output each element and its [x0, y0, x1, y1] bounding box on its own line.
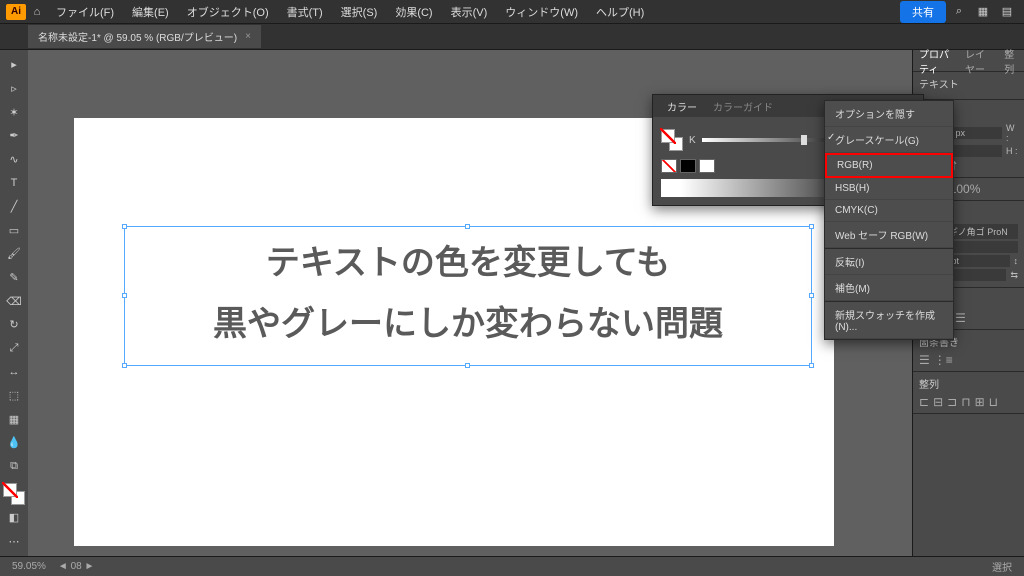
document-tab[interactable]: 名称未設定-1* @ 59.05 % (RGB/プレビュー) × [28, 25, 261, 48]
flyout-hide-options[interactable]: オプションを隠す [825, 101, 953, 127]
color-swatch[interactable] [661, 129, 683, 151]
handle-icon[interactable] [122, 363, 127, 368]
curvature-tool-icon[interactable]: ∿ [3, 149, 25, 171]
eraser-tool-icon[interactable]: ⌫ [3, 290, 25, 312]
handle-icon[interactable] [465, 363, 470, 368]
menu-object[interactable]: オブジェクト(O) [179, 1, 277, 23]
align-r-icon[interactable]: ⊐ [947, 395, 957, 409]
magic-wand-tool-icon[interactable]: ✶ [3, 101, 25, 123]
edit-toolbar-icon[interactable]: ⋯ [3, 531, 25, 553]
tracking-icon: ⇆ [1010, 270, 1018, 281]
fill-swatch[interactable] [3, 483, 17, 497]
h-label: H : [1006, 146, 1018, 156]
paintbrush-tool-icon[interactable]: 🖌 [3, 243, 25, 265]
text-header: テキスト [919, 76, 1018, 91]
zoom-display[interactable]: 59.05% [6, 561, 52, 572]
app-icon: Ai [6, 4, 26, 20]
artboard-nav[interactable]: ◄ 08 ► [52, 561, 100, 572]
menu-help[interactable]: ヘルプ(H) [588, 1, 652, 23]
selection-tool-icon[interactable]: ▸ [3, 54, 25, 76]
flyout-grayscale[interactable]: グレースケール(G) [825, 127, 953, 153]
text-content: テキストの色を変更しても 黒やグレーにしか変わらない問題 [125, 227, 811, 361]
flyout-invert[interactable]: 反転(I) [825, 249, 953, 275]
menu-file[interactable]: ファイル(F) [48, 1, 122, 23]
blend-tool-icon[interactable]: ⧉ [3, 456, 25, 478]
align-section: 整列 ⊏ ⊟ ⊐ ⊓ ⊞ ⊔ [913, 372, 1024, 414]
slider-thumb-icon[interactable] [801, 135, 807, 145]
handle-icon[interactable] [122, 293, 127, 298]
black-swatch-icon[interactable] [680, 159, 696, 173]
align-t-icon[interactable]: ⊓ [961, 395, 970, 409]
menu-select[interactable]: 選択(S) [333, 1, 386, 23]
handle-icon[interactable] [809, 363, 814, 368]
align-m-icon[interactable]: ⊞ [975, 395, 985, 409]
w-label: W : [1006, 123, 1018, 143]
handle-icon[interactable] [809, 224, 814, 229]
color-guide-tab[interactable]: カラーガイド [705, 95, 781, 118]
menu-bar: Ai ⌂ ファイル(F) 編集(E) オブジェクト(O) 書式(T) 選択(S)… [0, 0, 1024, 24]
handle-icon[interactable] [465, 224, 470, 229]
document-tab-bar: 名称未設定-1* @ 59.05 % (RGB/プレビュー) × [0, 24, 1024, 50]
selection-label: 選択 [986, 559, 1018, 574]
flyout-hsb[interactable]: HSB(H) [825, 178, 953, 200]
eyedropper-tool-icon[interactable]: 💧 [3, 432, 25, 454]
fill-swatch[interactable] [661, 129, 675, 143]
workspace-icon[interactable]: ▤ [996, 3, 1018, 21]
line-tool-icon[interactable]: ╱ [3, 196, 25, 218]
arrange-icon[interactable]: ▦ [972, 3, 994, 21]
align-b-icon[interactable]: ⊔ [989, 395, 998, 409]
menu-view[interactable]: 表示(V) [443, 1, 496, 23]
rotate-tool-icon[interactable]: ↻ [3, 314, 25, 336]
color-panel-flyout: オプションを隠す グレースケール(G) RGB(R) HSB(H) CMYK(C… [824, 100, 954, 340]
text-section: テキスト [913, 72, 1024, 100]
color-tab[interactable]: カラー [659, 95, 705, 118]
type-tool-icon[interactable]: T [3, 172, 25, 194]
pen-tool-icon[interactable]: ✒ [3, 125, 25, 147]
menu-window[interactable]: ウィンドウ(W) [497, 1, 586, 23]
text-line-1: テキストの色を変更しても [131, 233, 805, 294]
handle-icon[interactable] [122, 224, 127, 229]
status-bar: 59.05% ◄ 08 ► 選択 [0, 556, 1024, 576]
flyout-complement[interactable]: 補色(M) [825, 275, 953, 301]
opacity-input[interactable]: 100% [950, 182, 981, 196]
width-tool-icon[interactable]: ↔ [3, 361, 25, 383]
handle-icon[interactable] [809, 293, 814, 298]
share-button[interactable]: 共有 [900, 1, 946, 23]
close-icon[interactable]: × [245, 31, 251, 42]
home-icon[interactable]: ⌂ [28, 3, 46, 21]
align-c-icon[interactable]: ⊟ [933, 395, 943, 409]
text-line-2: 黒やグレーにしか変わらない問題 [131, 294, 805, 355]
menu-edit[interactable]: 編集(E) [124, 1, 177, 23]
direct-selection-tool-icon[interactable]: ▹ [3, 78, 25, 100]
rectangle-tool-icon[interactable]: ▭ [3, 219, 25, 241]
none-swatch-icon[interactable] [661, 159, 677, 173]
menu-type[interactable]: 書式(T) [279, 1, 331, 23]
number-list-icon[interactable]: ⋮≡ [934, 353, 953, 367]
gradient-tool-icon[interactable]: ▦ [3, 408, 25, 430]
menu-effect[interactable]: 効果(C) [387, 1, 440, 23]
k-label: K [689, 135, 696, 146]
tools-panel: ▸ ▹ ✶ ✒ ∿ T ╱ ▭ 🖌 ✎ ⌫ ↻ ⤢ ↔ ⬚ ▦ 💧 ⧉ ◧ ⋯ [0, 50, 28, 556]
ramp-white[interactable] [661, 179, 681, 197]
shaper-tool-icon[interactable]: ✎ [3, 267, 25, 289]
panel-tabs: プロパティ レイヤー 整列 [913, 50, 1024, 72]
align-l-icon[interactable]: ⊏ [919, 395, 929, 409]
justify-icon[interactable]: ☰ [955, 311, 966, 325]
free-transform-tool-icon[interactable]: ⬚ [3, 385, 25, 407]
leading-icon: ↕ [1014, 256, 1019, 266]
align-header: 整列 [919, 376, 1018, 391]
document-tab-title: 名称未設定-1* @ 59.05 % (RGB/プレビュー) [38, 29, 237, 44]
flyout-websafe[interactable]: Web セーフ RGB(W) [825, 222, 953, 248]
search-icon[interactable]: ⌕ [948, 3, 970, 21]
text-frame[interactable]: テキストの色を変更しても 黒やグレーにしか変わらない問題 [124, 226, 812, 366]
white-swatch-icon[interactable] [699, 159, 715, 173]
bullet-list-icon[interactable]: ☰ [919, 353, 930, 367]
screen-mode-icon[interactable]: ◧ [3, 507, 25, 529]
flyout-cmyk[interactable]: CMYK(C) [825, 200, 953, 222]
flyout-rgb[interactable]: RGB(R) [825, 153, 953, 178]
fill-stroke-swatch[interactable] [3, 483, 25, 505]
scale-tool-icon[interactable]: ⤢ [3, 338, 25, 360]
flyout-new-swatch[interactable]: 新規スウォッチを作成(N)... [825, 302, 953, 339]
